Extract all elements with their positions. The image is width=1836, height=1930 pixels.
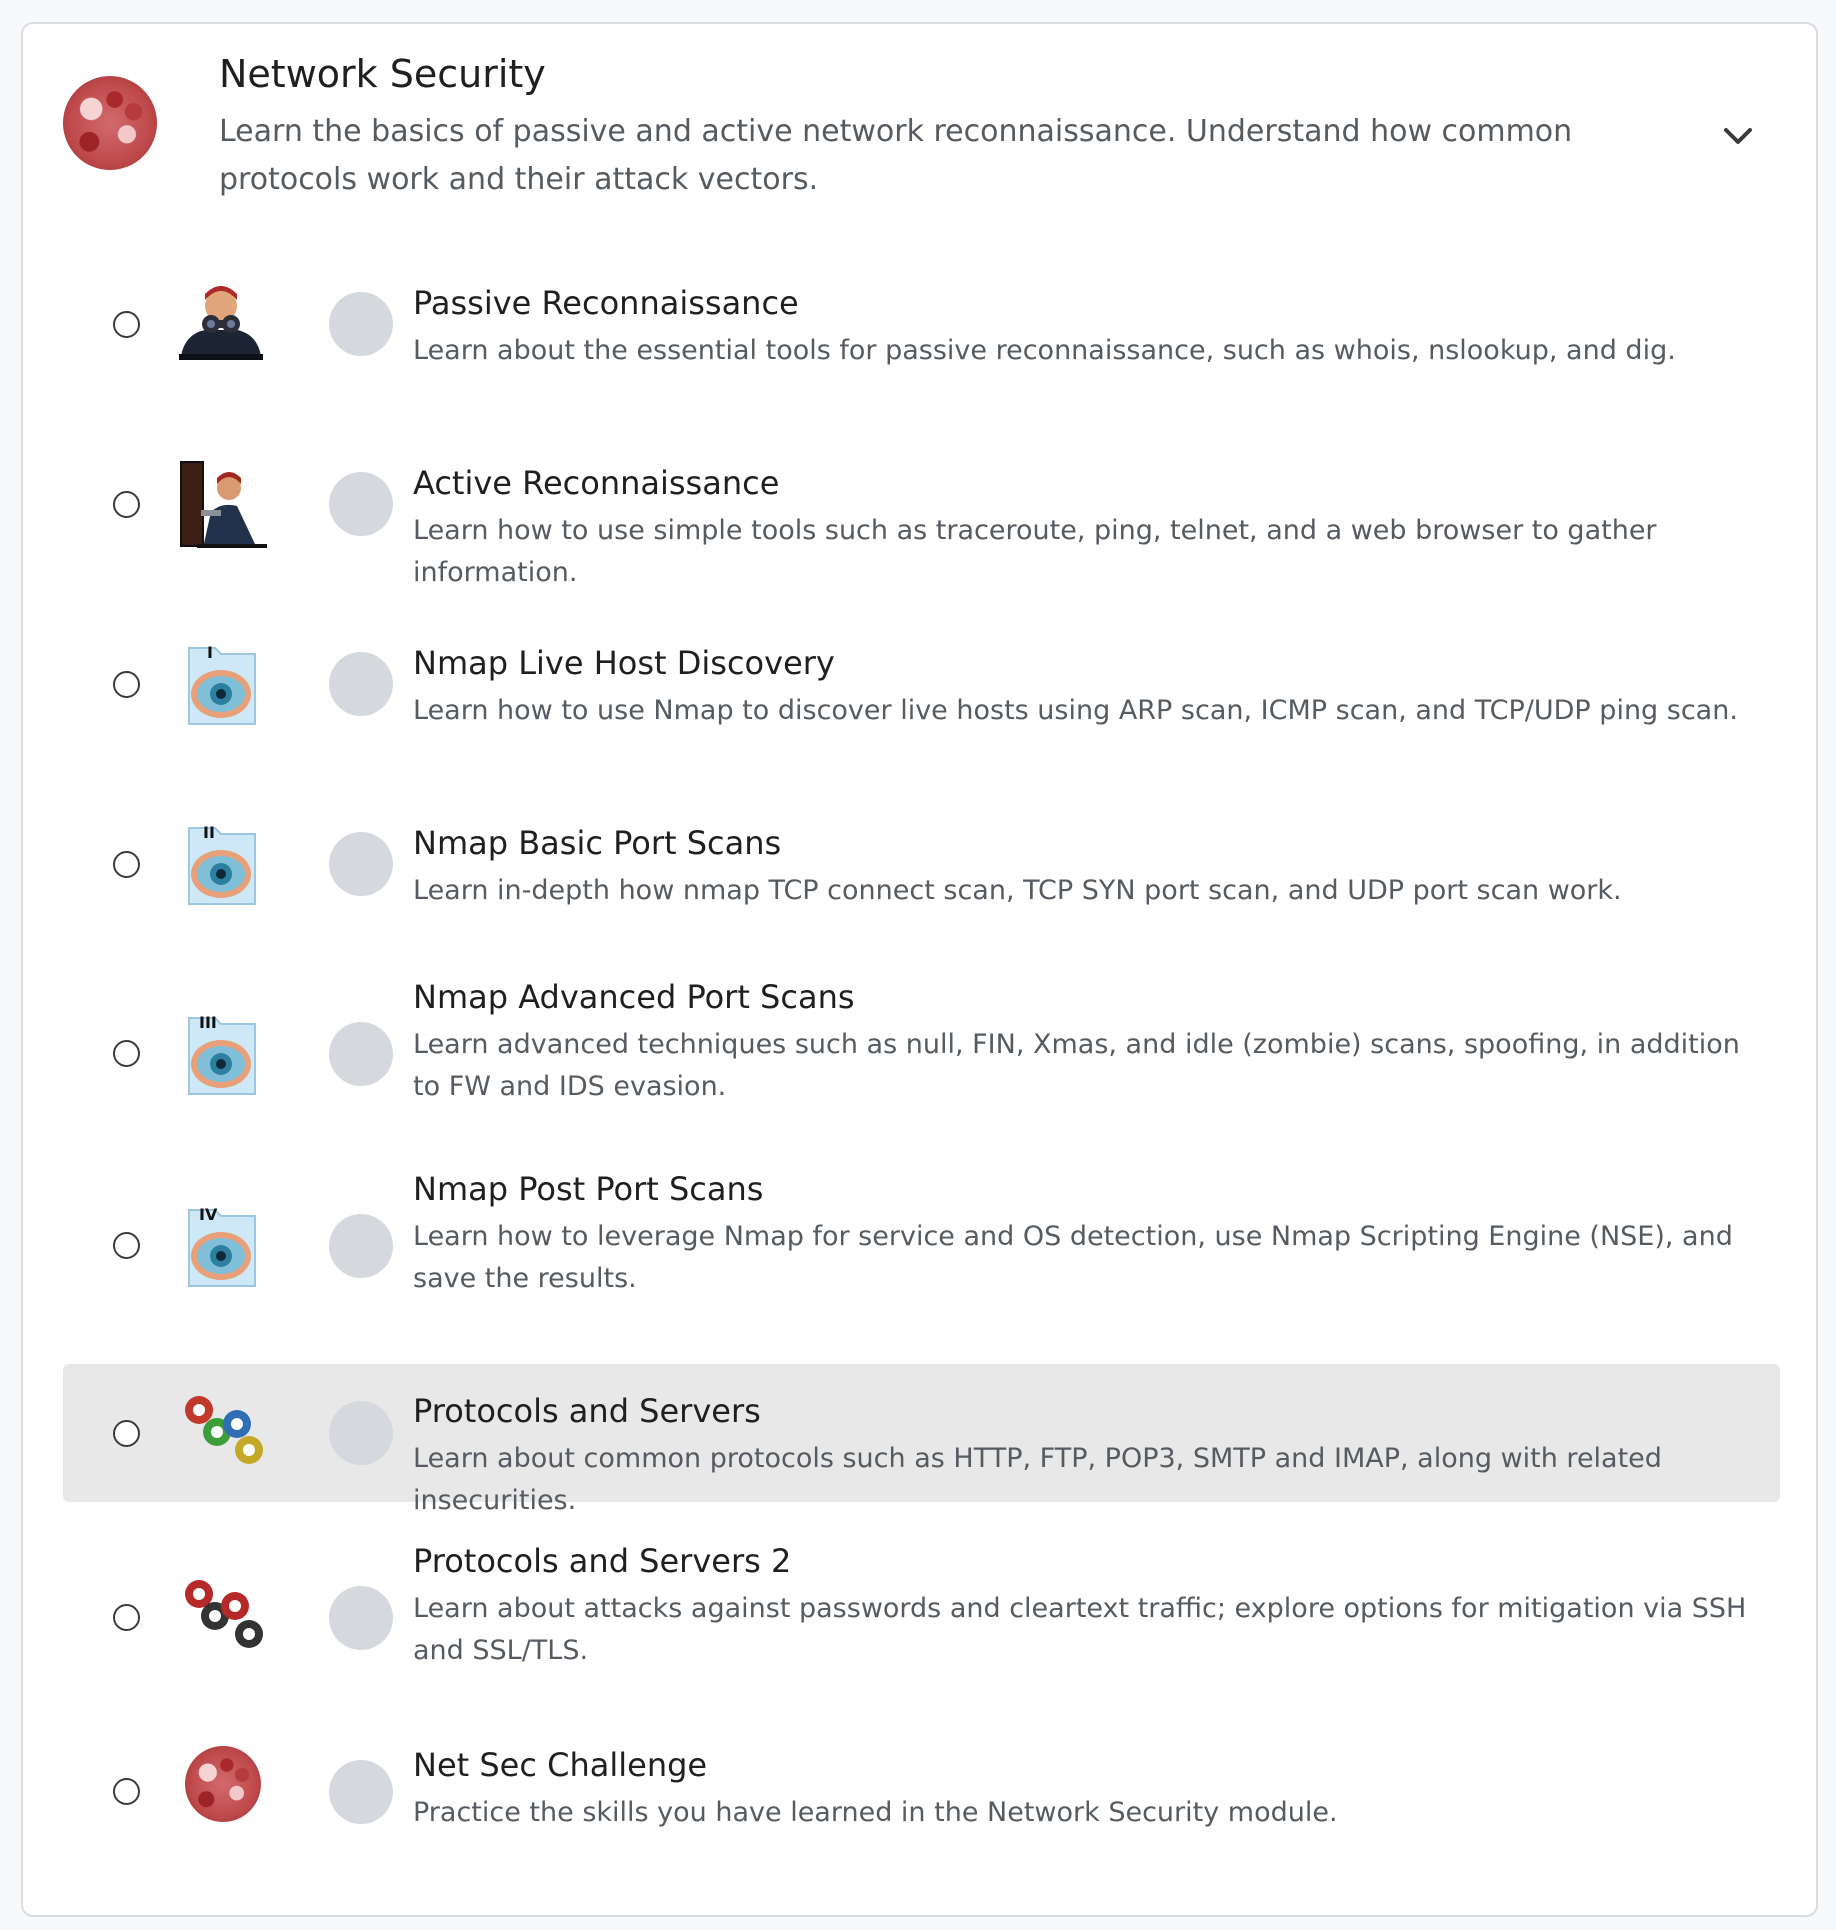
room-row-nmap-post-port-scans[interactable]: IV Nmap Post Port Scans Learn how to lev… — [63, 1164, 1780, 1334]
room-select-radio[interactable] — [113, 1040, 140, 1067]
room-title: Nmap Post Port Scans — [413, 1170, 764, 1208]
progress-indicator — [329, 1401, 393, 1465]
network-globe-icon — [63, 76, 157, 170]
room-title: Protocols and Servers 2 — [413, 1542, 792, 1580]
room-description: Learn how to leverage Nmap for service a… — [413, 1221, 1733, 1294]
progress-indicator — [329, 472, 393, 536]
room-description: Learn about attacks against passwords an… — [413, 1593, 1747, 1666]
progress-indicator — [329, 1214, 393, 1278]
module-title: Network Security — [219, 52, 546, 96]
network-globe-icon — [185, 1746, 261, 1822]
room-icon-numeral: IV — [199, 1205, 218, 1224]
dark-gears-icon — [185, 1580, 263, 1648]
room-row-nmap-advanced-port-scans[interactable]: III Nmap Advanced Port Scans Learn advan… — [63, 974, 1780, 1144]
room-select-radio[interactable] — [113, 1604, 140, 1631]
room-row-net-sec-challenge[interactable]: Net Sec Challenge Practice the skills yo… — [63, 1724, 1780, 1864]
nmap-eye-icon: III — [188, 1013, 256, 1095]
nmap-eye-icon: II — [188, 823, 256, 905]
progress-indicator — [329, 832, 393, 896]
room-title: Passive Reconnaissance — [413, 284, 799, 322]
room-title: Protocols and Servers — [413, 1392, 761, 1430]
room-description: Learn about common protocols such as HTT… — [413, 1443, 1662, 1516]
room-description: Learn in-depth how nmap TCP connect scan… — [413, 875, 1622, 906]
progress-indicator — [329, 1022, 393, 1086]
room-row-nmap-basic-port-scans[interactable]: II Nmap Basic Port Scans Learn in-depth … — [63, 794, 1780, 934]
room-icon-numeral: I — [207, 643, 213, 662]
progress-indicator — [329, 292, 393, 356]
room-title: Nmap Advanced Port Scans — [413, 978, 855, 1016]
nmap-eye-icon: IV — [188, 1205, 256, 1287]
module-description: Learn the basics of passive and active n… — [219, 114, 1573, 197]
room-icon-numeral: II — [203, 823, 215, 842]
room-row-nmap-live-host-discovery[interactable]: I Nmap Live Host Discovery Learn how to … — [63, 614, 1780, 754]
room-select-radio[interactable] — [113, 671, 140, 698]
room-description: Learn how to use Nmap to discover live h… — [413, 695, 1738, 726]
room-title: Nmap Basic Port Scans — [413, 824, 782, 862]
colored-gears-icon — [185, 1396, 263, 1464]
nmap-eye-icon: I — [188, 643, 256, 725]
room-description: Learn advanced techniques such as null, … — [413, 1029, 1740, 1102]
room-select-radio[interactable] — [113, 491, 140, 518]
room-description: Learn how to use simple tools such as tr… — [413, 515, 1657, 588]
room-icon-numeral: III — [199, 1013, 217, 1032]
binoculars-hacker-icon — [179, 286, 263, 360]
room-select-radio[interactable] — [113, 1778, 140, 1805]
room-description: Practice the skills you have learned in … — [413, 1797, 1338, 1828]
door-peeking-hacker-icon — [180, 461, 267, 548]
room-row-protocols-and-servers-2[interactable]: Protocols and Servers 2 Learn about atta… — [63, 1524, 1780, 1694]
room-title: Nmap Live Host Discovery — [413, 644, 835, 682]
progress-indicator — [329, 1586, 393, 1650]
room-select-radio[interactable] — [113, 1232, 140, 1259]
module-header[interactable]: Network Security Learn the basics of pas… — [23, 24, 1816, 234]
progress-indicator — [329, 1760, 393, 1824]
room-row-protocols-and-servers[interactable]: Protocols and Servers Learn about common… — [63, 1364, 1780, 1516]
chevron-down-icon[interactable] — [1718, 116, 1758, 156]
room-select-radio[interactable] — [113, 851, 140, 878]
room-row-passive-reconnaissance[interactable]: Passive Reconnaissance Learn about the e… — [63, 254, 1780, 394]
room-description: Learn about the essential tools for pass… — [413, 335, 1676, 366]
progress-indicator — [329, 652, 393, 716]
room-title: Net Sec Challenge — [413, 1746, 708, 1784]
room-title: Active Reconnaissance — [413, 464, 780, 502]
room-select-radio[interactable] — [113, 311, 140, 338]
room-row-active-reconnaissance[interactable]: Active Reconnaissance Learn how to use s… — [63, 434, 1780, 588]
room-select-radio[interactable] — [113, 1420, 140, 1447]
module-card: Network Security Learn the basics of pas… — [21, 22, 1818, 1917]
